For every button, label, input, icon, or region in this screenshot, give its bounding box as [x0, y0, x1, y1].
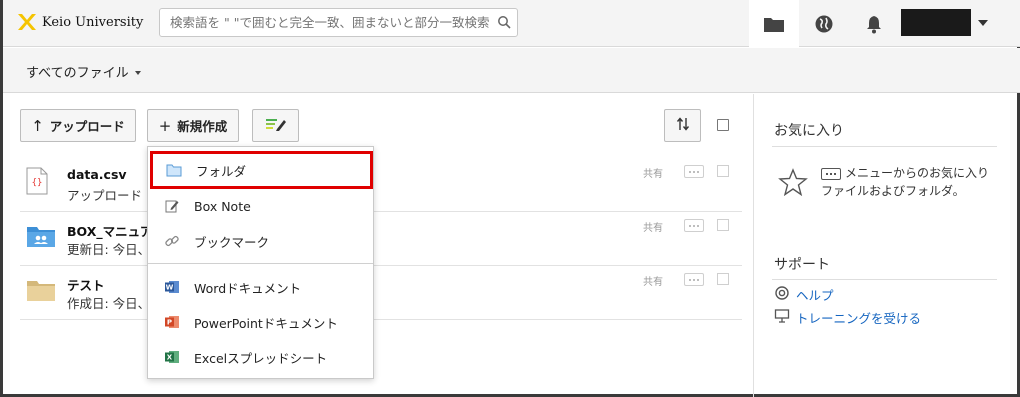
svg-text:P: P — [167, 319, 172, 327]
menu-item-label: Box Note — [194, 198, 251, 214]
top-header: Keio University — [3, 0, 1020, 47]
menu-item-label: フォルダ — [196, 163, 247, 179]
folder-icon — [26, 278, 56, 306]
new-label: 新規作成 — [177, 119, 228, 134]
link-icon — [164, 233, 180, 249]
file-name[interactable]: BOX_マニュア — [67, 221, 152, 240]
breadcrumb-bar: すべてのファイル — [3, 48, 1020, 93]
csv-file-icon: {} — [26, 167, 48, 199]
powerpoint-icon: P — [164, 314, 180, 330]
menu-item-folder[interactable]: フォルダ — [150, 151, 373, 189]
favorites-text: メニューからのお気に入りファイルおよびフォルダ。 — [821, 166, 990, 198]
account-menu[interactable] — [901, 9, 971, 36]
training-icon — [774, 308, 790, 328]
folder-icon — [759, 9, 789, 39]
menu-item-word[interactable]: W Wordドキュメント — [148, 271, 373, 303]
logo[interactable]: Keio University — [17, 12, 143, 32]
row-checkbox[interactable] — [717, 273, 729, 285]
logo-text: Keio University — [42, 14, 144, 30]
breadcrumb-all-files[interactable]: すべてのファイル — [26, 62, 129, 81]
sort-arrows-icon — [676, 116, 690, 136]
share-label[interactable]: 共有 — [643, 165, 663, 180]
plus-icon: + — [158, 116, 172, 135]
notes-pencil-icon — [265, 116, 287, 135]
menu-item-label: ブックマーク — [194, 234, 270, 250]
file-meta: アップロード — [67, 188, 143, 203]
more-options-icon[interactable] — [684, 219, 704, 232]
search-input[interactable] — [160, 9, 490, 36]
file-name[interactable]: data.csv — [67, 167, 127, 182]
divider — [772, 146, 997, 147]
share-label[interactable]: 共有 — [643, 273, 663, 288]
menu-item-excel[interactable]: X Excelスプレッドシート — [148, 341, 373, 373]
files-nav-tab[interactable] — [749, 0, 799, 47]
svg-text:X: X — [167, 354, 173, 362]
more-options-icon[interactable] — [684, 165, 704, 178]
row-checkbox[interactable] — [717, 219, 729, 231]
search-box[interactable] — [159, 8, 518, 37]
favorites-title: お気に入り — [774, 123, 844, 139]
new-button[interactable]: + 新規作成 — [147, 109, 239, 142]
upload-label: アップロード — [49, 119, 125, 134]
right-sidebar: お気に入り メニューからのお気に入りファイルおよびフォルダ。 サポート ヘルプ … — [753, 94, 1020, 397]
folder-icon — [166, 162, 182, 178]
search-icon[interactable] — [497, 15, 511, 33]
help-link[interactable]: ヘルプ — [796, 285, 834, 304]
file-meta: 作成日: 今日、 — [67, 296, 151, 311]
help-icon — [774, 285, 790, 305]
box-notes-button[interactable] — [252, 109, 299, 142]
bell-icon[interactable] — [859, 9, 889, 39]
support-title: サポート — [774, 257, 830, 273]
training-link[interactable]: トレーニングを受ける — [796, 308, 921, 327]
upload-button[interactable]: ↑ アップロード — [20, 109, 136, 142]
file-name[interactable]: テスト — [67, 275, 105, 294]
sort-button[interactable] — [664, 109, 701, 142]
menu-item-bookmark[interactable]: ブックマーク — [148, 225, 373, 257]
row-checkbox[interactable] — [717, 165, 729, 177]
globe-icon[interactable] — [809, 9, 839, 39]
breadcrumb[interactable]: すべてのファイル — [26, 62, 141, 81]
word-icon: W — [164, 279, 180, 295]
menu-divider — [148, 263, 373, 264]
arrow-up-icon: ↑ — [31, 116, 44, 135]
file-meta: 更新日: 今日、 — [67, 242, 151, 257]
menu-item-label: PowerPointドキュメント — [194, 315, 338, 331]
svg-text:W: W — [166, 284, 174, 292]
menu-item-powerpoint[interactable]: P PowerPointドキュメント — [148, 306, 373, 338]
chevron-down-icon[interactable] — [134, 70, 141, 75]
logo-mark-icon — [17, 12, 37, 32]
table-row[interactable]: BOX_マニュア 更新日: 今日、 共有 — [20, 212, 742, 266]
more-options-icon — [821, 167, 841, 180]
select-all-checkbox[interactable] — [717, 119, 729, 131]
favorites-help: メニューからのお気に入りファイルおよびフォルダ。 — [821, 164, 996, 200]
note-icon — [164, 198, 180, 214]
share-label[interactable]: 共有 — [643, 219, 663, 234]
svg-text:{}: {} — [32, 178, 43, 188]
new-item-menu: フォルダ Box Note ブックマーク W Wordドキュメント P Powe… — [147, 146, 374, 379]
menu-item-label: Excelスプレッドシート — [194, 350, 328, 366]
chevron-down-icon[interactable] — [978, 20, 988, 26]
table-row[interactable]: {} data.csv アップロード 共有 — [20, 158, 742, 212]
menu-item-box-note[interactable]: Box Note — [148, 190, 373, 222]
table-row[interactable]: テスト 作成日: 今日、 共有 — [20, 266, 742, 320]
shared-folder-icon — [26, 224, 56, 252]
app-window: Keio University すべてのファイル ↑ — [0, 0, 1020, 397]
more-options-icon[interactable] — [684, 273, 704, 286]
divider — [772, 279, 997, 280]
excel-icon: X — [164, 349, 180, 365]
star-icon — [778, 168, 808, 200]
menu-item-label: Wordドキュメント — [194, 280, 302, 296]
